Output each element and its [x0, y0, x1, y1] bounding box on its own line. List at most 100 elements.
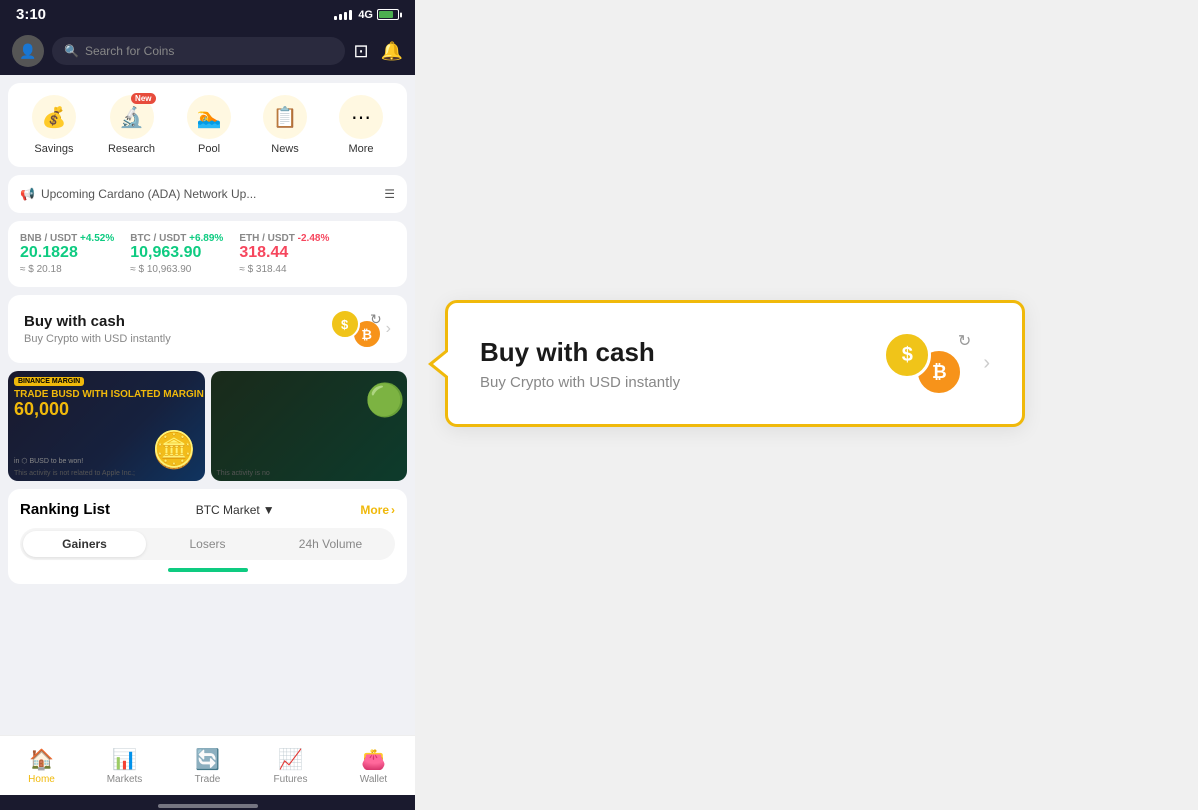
ranking-more-button[interactable]: More ›	[360, 503, 395, 517]
refresh-icon: ↻	[370, 311, 382, 328]
quick-label-savings: Savings	[34, 143, 73, 155]
home-bar	[158, 804, 258, 808]
callout-chevron-icon: ›	[983, 352, 990, 375]
nav-home-label: Home	[28, 774, 55, 785]
banner-unit: in ⬡ BUSD to be won!	[14, 457, 83, 465]
tab-indicator	[168, 568, 248, 572]
price-ticker: BNB / USDT +4.52% 20.1828 ≈ $ 20.18 BTC …	[8, 221, 407, 287]
signal-icon	[334, 10, 352, 20]
status-time: 3:10	[16, 6, 46, 23]
btc-usd: ≈ $ 10,963.90	[130, 264, 223, 275]
callout-card[interactable]: Buy with cash Buy Crypto with USD instan…	[445, 300, 1025, 427]
buy-cash-title: Buy with cash	[24, 313, 171, 330]
bottom-nav: 🏠 Home 📊 Markets 🔄 Trade 📈 Futures 👛 Wal…	[0, 735, 415, 795]
markets-icon: 📊	[112, 747, 137, 772]
ranking-market[interactable]: BTC Market ▼	[196, 503, 275, 517]
wallet-icon: 👛	[361, 747, 386, 772]
buy-cash-card[interactable]: Buy with cash Buy Crypto with USD instan…	[8, 295, 407, 363]
callout-right: $ ↻ ₿ ›	[883, 331, 990, 396]
banner-amount: 60,000	[14, 399, 69, 420]
nav-home[interactable]: 🏠 Home	[0, 747, 83, 785]
eth-usd: ≈ $ 318.44	[239, 264, 329, 275]
ticker-eth[interactable]: ETH / USDT -2.48% 318.44 ≈ $ 318.44	[239, 233, 329, 275]
chevron-right-icon: ›	[386, 320, 391, 338]
btc-price: 10,963.90	[130, 244, 223, 262]
eth-pair: ETH / USDT -2.48%	[239, 233, 329, 244]
nav-trade[interactable]: 🔄 Trade	[166, 747, 249, 785]
ranking-header: Ranking List BTC Market ▼ More ›	[20, 501, 395, 518]
banner-tether[interactable]: 🟢 This activity is no	[211, 371, 408, 481]
bnb-pair: BNB / USDT +4.52%	[20, 233, 114, 244]
quick-item-more[interactable]: ⋯ More	[339, 95, 383, 155]
tab-losers[interactable]: Losers	[146, 531, 269, 557]
top-nav-icons: ⊡ 🔔	[353, 41, 403, 62]
quick-item-research[interactable]: 🔬 New Research	[108, 95, 155, 155]
banner-binance[interactable]: BINANCE MARGIN TRADE BUSD WITH ISOLATED …	[8, 371, 205, 481]
search-icon: 🔍	[64, 44, 79, 58]
list-icon: ☰	[384, 187, 395, 201]
nav-markets[interactable]: 📊 Markets	[83, 747, 166, 785]
ticker-btc[interactable]: BTC / USDT +6.89% 10,963.90 ≈ $ 10,963.9…	[130, 233, 223, 275]
nav-futures[interactable]: 📈 Futures	[249, 747, 332, 785]
top-nav: 👤 🔍 Search for Coins ⊡ 🔔	[0, 27, 415, 75]
quick-label-more: More	[348, 143, 373, 155]
btc-pair: BTC / USDT +6.89%	[130, 233, 223, 244]
ranking-title: Ranking List	[20, 501, 110, 518]
announcement-left: 📢 Upcoming Cardano (ADA) Network Up...	[20, 187, 256, 201]
ticker-row: BNB / USDT +4.52% 20.1828 ≈ $ 20.18 BTC …	[20, 233, 395, 275]
home-icon: 🏠	[29, 747, 54, 772]
callout-refresh-icon: ↻	[958, 331, 971, 351]
market-label: BTC Market	[196, 503, 260, 517]
tab-gainers[interactable]: Gainers	[23, 531, 146, 557]
quick-item-news[interactable]: 📋 News	[263, 95, 307, 155]
buy-cash-info: Buy with cash Buy Crypto with USD instan…	[24, 313, 171, 345]
scan-icon[interactable]: ⊡	[353, 41, 368, 62]
tab-24h-volume[interactable]: 24h Volume	[269, 531, 392, 557]
futures-icon: 📈	[278, 747, 303, 772]
chevron-down-icon: ▼	[263, 503, 275, 517]
network-type: 4G	[358, 9, 373, 21]
bnb-usd: ≈ $ 20.18	[20, 264, 114, 275]
ticker-bnb[interactable]: BNB / USDT +4.52% 20.1828 ≈ $ 20.18	[20, 233, 114, 275]
banner-disclaimer: This activity is not related to Apple In…	[14, 470, 199, 477]
status-bar: 3:10 4G	[0, 0, 415, 27]
quick-label-news: News	[271, 143, 299, 155]
nav-wallet[interactable]: 👛 Wallet	[332, 747, 415, 785]
quick-item-savings[interactable]: 💰 Savings	[32, 95, 76, 155]
nav-markets-label: Markets	[107, 774, 143, 785]
right-side: Buy with cash Buy Crypto with USD instan…	[415, 0, 1198, 447]
tether-disclaimer: This activity is no	[217, 470, 402, 477]
quick-label-pool: Pool	[198, 143, 220, 155]
announcement-text: Upcoming Cardano (ADA) Network Up...	[41, 187, 256, 201]
quick-label-research: Research	[108, 143, 155, 155]
callout-subtitle: Buy Crypto with USD instantly	[480, 374, 680, 391]
coin-icons: $ ↻ ₿	[330, 309, 382, 349]
quick-access-section: 💰 Savings 🔬 New Research 🏊 Pool 📋 News ⋯	[8, 83, 407, 167]
nav-wallet-label: Wallet	[360, 774, 387, 785]
buy-cash-right: $ ↻ ₿ ›	[330, 309, 391, 349]
binance-brand: BINANCE MARGIN	[14, 377, 84, 386]
phone-shell: 3:10 4G 👤 🔍 Search for Coins ⊡ 🔔	[0, 0, 415, 810]
ranking-section: Ranking List BTC Market ▼ More › Gainers…	[8, 489, 407, 584]
quick-item-pool[interactable]: 🏊 Pool	[187, 95, 231, 155]
announcement-bar[interactable]: 📢 Upcoming Cardano (ADA) Network Up... ☰	[8, 175, 407, 213]
more-label: More	[360, 503, 389, 517]
callout-coin-icons: $ ↻ ₿	[883, 331, 963, 396]
callout-title: Buy with cash	[480, 337, 680, 368]
battery-icon	[377, 9, 399, 20]
tether-coins-icon: 🟢	[365, 381, 405, 419]
callout-info: Buy with cash Buy Crypto with USD instan…	[480, 337, 680, 391]
search-placeholder: Search for Coins	[85, 44, 174, 58]
bnb-price: 20.1828	[20, 244, 114, 262]
nav-futures-label: Futures	[274, 774, 308, 785]
trade-icon: 🔄	[195, 747, 220, 772]
eth-price: 318.44	[239, 244, 329, 262]
home-indicator	[0, 795, 415, 810]
new-badge: New	[131, 93, 155, 104]
avatar[interactable]: 👤	[12, 35, 44, 67]
banner-section: BINANCE MARGIN TRADE BUSD WITH ISOLATED …	[8, 371, 407, 481]
search-bar[interactable]: 🔍 Search for Coins	[52, 37, 345, 65]
nav-trade-label: Trade	[195, 774, 221, 785]
bell-icon[interactable]: 🔔	[381, 41, 403, 62]
dollar-coin: $	[330, 309, 360, 339]
